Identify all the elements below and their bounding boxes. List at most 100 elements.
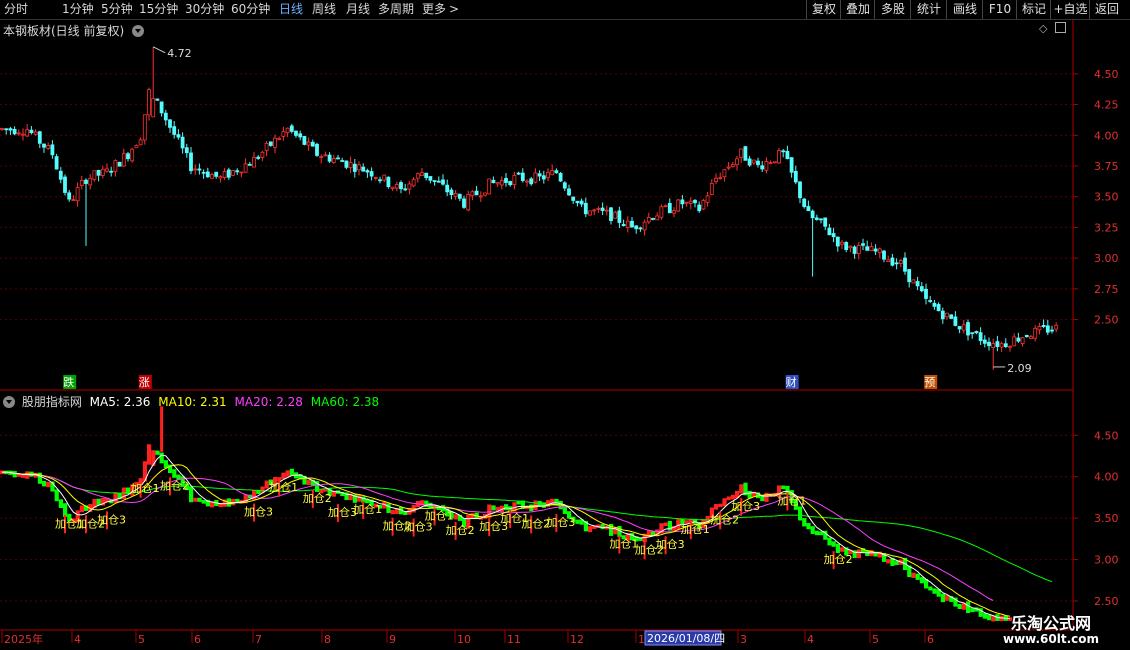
candle-body — [978, 332, 983, 342]
toolbar-button-2[interactable]: 多股 — [874, 0, 911, 19]
dropdown-icon[interactable] — [3, 395, 15, 408]
candle-body — [827, 227, 832, 236]
panel-toggle-icon[interactable] — [1055, 22, 1066, 33]
candle-body — [625, 220, 630, 228]
candle-body — [88, 177, 93, 186]
toolbar-button-4[interactable]: 画线 — [946, 0, 983, 19]
candle-body — [462, 198, 466, 208]
candle-body — [869, 246, 874, 251]
candle-body — [613, 211, 618, 219]
ind-bar — [802, 518, 807, 527]
toolbar-button-1[interactable]: 叠加 — [840, 0, 875, 19]
low-marker-label: 2.09 — [1007, 362, 1031, 375]
candle-body — [214, 171, 219, 177]
candle-body — [79, 180, 84, 186]
candle-body — [974, 331, 979, 334]
toolbar-button-6[interactable]: 标记 — [1016, 0, 1051, 19]
chart-canvas[interactable]: 4.722.09跌涨财预 加仓1加仓2加仓3加仓1 加仓2加仓3加仓1加仓2加仓3… — [0, 20, 1130, 650]
candle-body — [743, 146, 748, 161]
ind-y-tick-label: 3.00 — [1094, 554, 1119, 567]
toolbar-button-5[interactable]: F10 — [982, 0, 1017, 19]
period-tab-9[interactable]: 多周期 — [378, 0, 414, 19]
candle-body — [760, 165, 765, 170]
candle-body — [504, 178, 508, 183]
period-tab-8[interactable]: 月线 — [346, 0, 370, 19]
candle-body — [168, 119, 172, 128]
diamond-icon[interactable]: ◇ — [1039, 22, 1047, 35]
candle-body — [936, 304, 941, 312]
period-tab-7[interactable]: 周线 — [312, 0, 336, 19]
signal-label: 加仓3 — [731, 499, 760, 513]
period-tab-10[interactable]: 更多 — [422, 0, 446, 19]
candle-body — [247, 163, 252, 166]
candle-body — [117, 161, 122, 167]
ind-bar — [928, 586, 933, 591]
period-tab-0[interactable]: 分时 — [4, 0, 28, 19]
period-tab-5[interactable]: 60分钟 — [231, 0, 270, 19]
candle-body — [919, 286, 924, 292]
candle-body — [75, 187, 80, 202]
candle-body — [529, 178, 534, 185]
candle-body — [252, 156, 256, 168]
dropdown-icon[interactable] — [132, 24, 145, 37]
signal-label: 加仓1 — [131, 481, 160, 495]
candle-body — [726, 166, 731, 169]
candle-body — [243, 163, 248, 173]
ind-bar — [201, 500, 206, 504]
main-y-tick-label: 3.25 — [1094, 221, 1119, 234]
candle-body — [487, 178, 492, 195]
toolbar-button-3[interactable]: 统计 — [910, 0, 947, 19]
candle-body — [1054, 324, 1059, 330]
toolbar-button-7[interactable]: +自选 — [1050, 0, 1090, 19]
period-tab-4[interactable]: 30分钟 — [185, 0, 224, 19]
candle-body — [159, 101, 164, 114]
ind-bar — [172, 469, 177, 478]
candle-body — [8, 128, 13, 131]
ind-bar — [835, 543, 840, 554]
time-axis-label: 4 — [807, 633, 814, 646]
toolbar-button-8[interactable]: 返回 — [1089, 0, 1124, 19]
event-tag-label: 跌 — [63, 375, 74, 389]
period-tab-6[interactable]: 日线 — [279, 0, 303, 19]
candle-body — [382, 174, 387, 181]
candle-body — [37, 131, 42, 144]
period-tab-3[interactable]: 15分钟 — [139, 0, 178, 19]
candle-body — [100, 168, 105, 176]
candle-body — [16, 132, 21, 135]
ind-bar — [600, 524, 605, 530]
toolbar-button-0[interactable]: 复权 — [806, 0, 841, 19]
candle-body — [991, 343, 996, 348]
candle-body — [369, 171, 374, 177]
candle-body — [588, 210, 592, 216]
candle-body — [226, 169, 231, 178]
candle-body — [810, 210, 815, 219]
ind-bar — [264, 480, 269, 489]
candle-body — [546, 172, 550, 178]
candle-body — [852, 246, 857, 254]
candle-body — [298, 133, 303, 138]
ind-bar — [894, 561, 899, 565]
period-tab-1[interactable]: 1分钟 — [62, 0, 94, 19]
candle-body — [357, 164, 361, 171]
candle-body — [67, 192, 72, 200]
time-axis-label: 12 — [570, 633, 584, 646]
candle-body — [210, 174, 214, 179]
candle-body — [319, 156, 324, 159]
candle-body — [63, 176, 67, 193]
candle-body — [562, 182, 567, 189]
candle-body — [672, 210, 676, 214]
candle-body — [142, 114, 147, 141]
candle-body — [684, 201, 689, 204]
more-arrow-icon[interactable]: > — [449, 0, 459, 19]
period-tab-2[interactable]: 5分钟 — [101, 0, 133, 19]
candle-body — [764, 161, 769, 171]
ind-bar — [806, 523, 811, 530]
main-y-tick-label: 3.75 — [1094, 160, 1119, 173]
ind-bar — [940, 593, 945, 603]
candle-body — [411, 179, 416, 187]
candle-body — [29, 129, 34, 134]
candle-body — [823, 217, 828, 227]
candle-body — [617, 210, 622, 223]
candle-body — [1012, 336, 1017, 347]
candle-body — [747, 158, 752, 166]
